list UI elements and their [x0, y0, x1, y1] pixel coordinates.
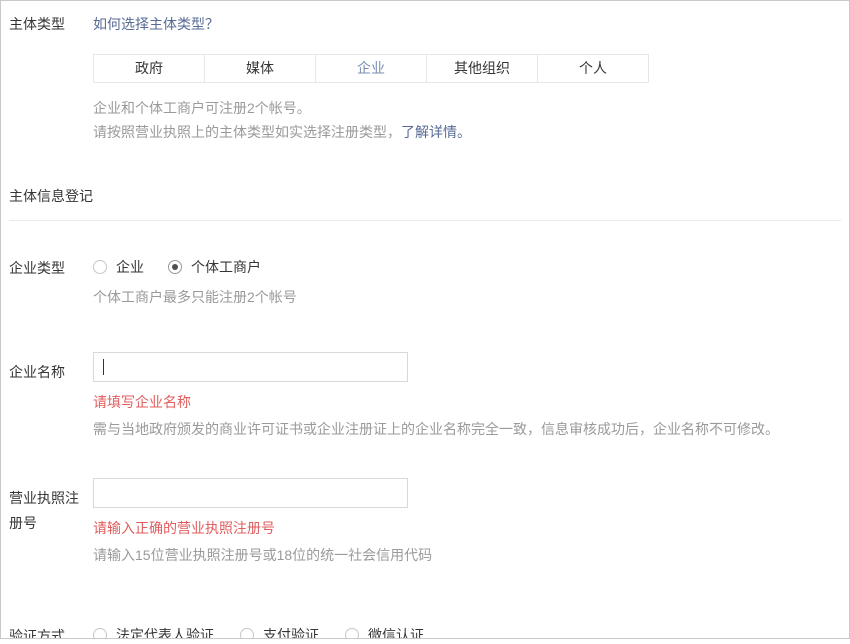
license-number-error: 请输入正确的营业执照注册号: [93, 519, 849, 537]
radio-option-enterprise[interactable]: 企业: [93, 258, 144, 276]
license-number-input[interactable]: [93, 478, 408, 508]
learn-more-link[interactable]: 了解详情。: [401, 124, 471, 140]
enterprise-name-row: 企业名称 请填写企业名称 需与当地政府颁发的商业许可证书或企业注册证上的企业名称…: [1, 352, 849, 438]
section-header-subject-info: 主体信息登记: [1, 187, 849, 205]
radio-option-individual-business-label: 个体工商户: [191, 258, 261, 276]
tab-individual[interactable]: 个人: [537, 55, 648, 82]
license-number-row: 营业执照注册号 请输入正确的营业执照注册号 请输入15位营业执照注册号或18位的…: [1, 478, 849, 564]
radio-option-legal-representative[interactable]: 法定代表人验证: [93, 626, 214, 639]
radio-option-payment-verification[interactable]: 支付验证: [240, 626, 319, 639]
enterprise-name-error: 请填写企业名称: [93, 393, 849, 411]
radio-option-wechat-certification-label: 微信认证: [368, 626, 424, 639]
tab-government[interactable]: 政府: [94, 55, 204, 82]
enterprise-type-radio-group: 企业 个体工商户: [93, 258, 849, 276]
subject-type-label: 主体类型: [1, 14, 93, 34]
enterprise-type-note: 个体工商户最多只能注册2个帐号: [93, 288, 849, 306]
registration-form-panel: 主体类型 如何选择主体类型？ 政府 媒体 企业 其他组织 个人 企业和个体工商户…: [0, 0, 850, 639]
license-number-label: 营业执照注册号: [1, 478, 93, 536]
enterprise-name-label: 企业名称: [1, 352, 93, 385]
tab-other-organization[interactable]: 其他组织: [426, 55, 537, 82]
verification-method-row: 验证方式 法定代表人验证 支付验证 微信认证: [1, 626, 849, 639]
radio-option-payment-verification-label: 支付验证: [263, 626, 319, 639]
subject-type-note-1: 企业和个体工商户可注册2个帐号。: [93, 96, 849, 120]
tab-enterprise[interactable]: 企业: [315, 55, 426, 82]
subject-type-tabs: 政府 媒体 企业 其他组织 个人: [93, 54, 649, 83]
subject-type-row: 主体类型 如何选择主体类型？ 政府 媒体 企业 其他组织 个人 企业和个体工商户…: [1, 14, 849, 144]
subject-type-note-2-text: 请按照营业执照上的主体类型如实选择注册类型，: [93, 124, 401, 140]
verification-method-label: 验证方式: [1, 626, 93, 639]
radio-unselected-icon: [93, 260, 107, 274]
radio-selected-icon: [168, 260, 182, 274]
radio-option-wechat-certification[interactable]: 微信认证: [345, 626, 424, 639]
enterprise-type-label: 企业类型: [1, 258, 93, 278]
radio-unselected-icon: [345, 628, 359, 639]
enterprise-type-row: 企业类型 企业 个体工商户 个体工商户最多只能注册2个帐号: [1, 258, 849, 306]
enterprise-name-input[interactable]: [93, 352, 408, 382]
radio-option-individual-business[interactable]: 个体工商户: [168, 258, 261, 276]
section-divider: [9, 220, 841, 221]
enterprise-name-note: 需与当地政府颁发的商业许可证书或企业注册证上的企业名称完全一致，信息审核成功后，…: [93, 420, 849, 438]
radio-unselected-icon: [93, 628, 107, 639]
radio-option-legal-representative-label: 法定代表人验证: [116, 626, 214, 639]
how-to-choose-subject-type-link[interactable]: 如何选择主体类型？: [93, 14, 219, 34]
verification-method-radio-group: 法定代表人验证 支付验证 微信认证: [93, 626, 849, 639]
tab-media[interactable]: 媒体: [204, 55, 315, 82]
license-number-note: 请输入15位营业执照注册号或18位的统一社会信用代码: [93, 546, 849, 564]
radio-option-enterprise-label: 企业: [116, 258, 144, 276]
text-cursor: [103, 359, 104, 375]
radio-unselected-icon: [240, 628, 254, 639]
subject-type-note-2: 请按照营业执照上的主体类型如实选择注册类型，了解详情。: [93, 120, 849, 144]
